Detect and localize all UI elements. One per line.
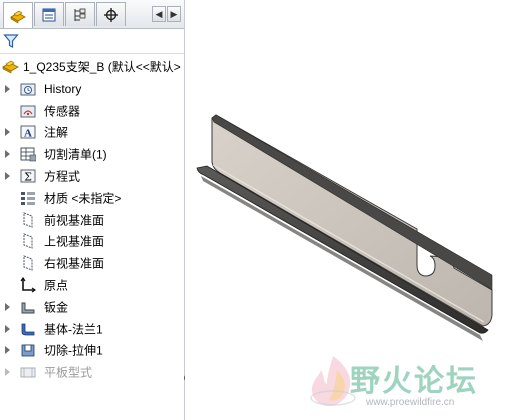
- filter-icon[interactable]: [3, 33, 19, 49]
- tree-item-sensors[interactable]: 传感器: [0, 100, 184, 122]
- tree-item-label: 上视基准面: [44, 234, 105, 249]
- equation-icon: Σ: [20, 169, 36, 184]
- tab-feature-manager[interactable]: [3, 2, 33, 28]
- manager-tab-bar: ◀ ▶: [0, 0, 184, 29]
- expand-arrow-icon[interactable]: [5, 368, 10, 377]
- tree-item-label: History: [44, 81, 82, 96]
- expand-arrow-icon[interactable]: [5, 172, 10, 181]
- tree-item-front-plane[interactable]: 前视基准面: [0, 209, 184, 231]
- tree-item-label: 注解: [44, 125, 69, 140]
- tree-item-label: 材质 <未指定>: [44, 191, 122, 206]
- watermark-url: www.proewildfire.cn: [366, 397, 455, 408]
- expand-arrow-icon[interactable]: [5, 150, 10, 159]
- plane-icon: [23, 255, 33, 271]
- tree-item-origin[interactable]: 原点: [0, 274, 184, 296]
- tree-item-top-plane[interactable]: 上视基准面: [0, 231, 184, 253]
- tree-item-label: 原点: [44, 278, 69, 293]
- tree-item-label: 基体-法兰1: [44, 322, 103, 337]
- tree-item-material[interactable]: 材质 <未指定>: [0, 187, 184, 209]
- tree-item-right-plane[interactable]: 右视基准面: [0, 252, 184, 274]
- tab-dimxpert-manager[interactable]: [96, 2, 126, 26]
- sheet-metal-icon: [21, 302, 35, 314]
- tree-item-label: 前视基准面: [44, 213, 105, 228]
- svg-text:Σ: Σ: [24, 171, 32, 184]
- expand-arrow-icon[interactable]: [5, 84, 10, 93]
- configuration-manager-icon: [74, 8, 86, 21]
- scroll-tabs-right-button[interactable]: ▶: [167, 6, 181, 22]
- tab-property-manager[interactable]: [34, 2, 64, 26]
- tree-item-label: 钣金: [44, 300, 69, 315]
- tree-item-cut-extrude[interactable]: 切除-拉伸1: [0, 340, 184, 362]
- tree-item-label: 传感器: [44, 104, 81, 119]
- expand-arrow-icon[interactable]: [5, 346, 10, 355]
- material-icon: [21, 191, 35, 205]
- base-flange-icon: [21, 323, 35, 336]
- tab-configuration-manager[interactable]: [65, 2, 95, 26]
- arrow-left-icon: ◀: [155, 8, 163, 19]
- cut-list-icon: [20, 147, 36, 162]
- bracket-bend-line: [212, 164, 485, 323]
- tree-item-label: 方程式: [44, 169, 81, 184]
- crosshair-icon: [104, 7, 118, 22]
- scroll-tabs-left-button[interactable]: ◀: [152, 6, 166, 22]
- tree-item-flat-pattern[interactable]: 平板型式: [0, 361, 184, 383]
- plane-icon: [23, 211, 33, 228]
- tree-item-cut-list[interactable]: 切割清单(1): [0, 143, 184, 165]
- tree-item-annotations[interactable]: A 注解: [0, 122, 184, 144]
- watermark-text: 野火论坛: [350, 364, 478, 399]
- cut-extrude-icon: [21, 345, 35, 357]
- expand-arrow-icon[interactable]: [5, 302, 10, 311]
- expand-arrow-icon[interactable]: [5, 128, 10, 137]
- expand-arrow-icon[interactable]: [5, 324, 10, 333]
- part-icon: [2, 60, 19, 74]
- sensor-folder-icon: [20, 105, 36, 118]
- origin-icon: [20, 277, 36, 293]
- flat-pattern-icon: [20, 367, 36, 378]
- tree-item-base-flange[interactable]: 基体-法兰1: [0, 318, 184, 340]
- tree-root-part[interactable]: 1_Q235支架_B (默认<<默认>: [2, 56, 184, 76]
- annotation-icon: A: [20, 126, 36, 140]
- tree-item-label: 右视基准面: [44, 256, 105, 271]
- history-folder-icon: [20, 83, 36, 96]
- tree-item-history[interactable]: History: [0, 78, 184, 100]
- tree-item-label: 切割清单(1): [44, 147, 107, 162]
- tree-item-sheet-metal[interactable]: 钣金: [0, 296, 184, 318]
- feature-manager-icon: [10, 10, 26, 24]
- arrow-right-icon: ▶: [170, 8, 178, 19]
- tree-root-label: 1_Q235支架_B (默认<<默认>: [23, 59, 181, 74]
- property-manager-icon: [42, 8, 56, 21]
- feature-tree: History 传感器 A 注解 切割清单(1) Σ 方程式 材质 <未指定> …: [0, 78, 184, 383]
- plane-icon: [23, 233, 33, 250]
- bracket-web-face[interactable]: [211, 114, 493, 327]
- svg-text:A: A: [24, 128, 32, 140]
- tree-item-label: 切除-拉伸1: [44, 343, 103, 358]
- tree-item-label: 平板型式: [44, 365, 93, 380]
- filter-bar: [0, 29, 184, 54]
- tree-item-equations[interactable]: Σ 方程式: [0, 165, 184, 187]
- feature-manager-panel: ◀ ▶ 1_Q235支架_B (默认<<默认> History 传感器 A 注解…: [0, 0, 185, 420]
